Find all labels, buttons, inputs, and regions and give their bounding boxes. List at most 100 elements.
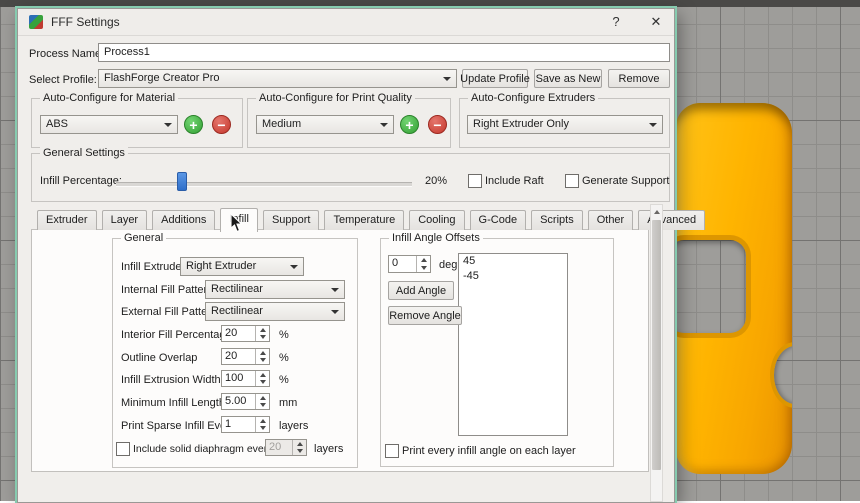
chevron-down-icon (331, 310, 339, 314)
spin-down-icon[interactable] (256, 334, 269, 342)
chevron-down-icon (443, 77, 451, 81)
unit-label: layers (279, 420, 308, 432)
include-raft-checkbox[interactable] (468, 174, 482, 188)
infill-general-group: General Infill Extruder Right Extruder I… (112, 238, 358, 468)
infill-percentage-slider-track[interactable] (116, 182, 412, 187)
interior-fill-percentage-stepper[interactable]: 20 (221, 325, 270, 342)
group-title: Auto-Configure Extruders (468, 92, 598, 104)
add-angle-button[interactable]: Add Angle (388, 281, 454, 300)
print-every-angle-label: Print every infill angle on each layer (402, 445, 576, 457)
add-quality-button[interactable]: + (400, 115, 419, 134)
group-title: General Settings (40, 147, 128, 159)
model-phone-case[interactable] (676, 103, 792, 474)
solid-diaphragm-checkbox[interactable] (116, 442, 130, 456)
model-camera-cutout (676, 240, 746, 333)
infill-angle-offsets-group: Infill Angle Offsets 0 deg 45 -45 Add An… (380, 238, 614, 467)
quality-select[interactable]: Medium (256, 115, 394, 134)
solid-diaphragm-stepper: 20 (265, 439, 307, 456)
mouse-cursor-icon (228, 213, 244, 233)
tab-advanced[interactable]: Advanced (638, 210, 705, 230)
spin-up-icon[interactable] (256, 417, 269, 425)
remove-quality-button[interactable]: − (428, 115, 447, 134)
settings-tab-bar: Extruder Layer Additions Infill Support … (37, 208, 705, 230)
group-title: General (121, 232, 166, 244)
group-title: Auto-Configure for Material (40, 92, 178, 104)
outline-overlap-label: Outline Overlap (121, 352, 197, 364)
spin-up-icon (293, 440, 306, 448)
spin-up-icon[interactable] (256, 349, 269, 357)
group-title: Auto-Configure for Print Quality (256, 92, 415, 104)
group-title: Infill Angle Offsets (389, 232, 483, 244)
minimum-infill-length-stepper[interactable]: 5.00 (221, 393, 270, 410)
spin-down-icon[interactable] (256, 402, 269, 410)
chevron-down-icon (649, 123, 657, 127)
outline-overlap-stepper[interactable]: 20 (221, 348, 270, 365)
infill-percentage-slider-handle[interactable] (177, 172, 187, 191)
update-profile-button[interactable]: Update Profile (462, 69, 528, 88)
unit-label: % (279, 352, 289, 364)
spin-down-icon[interactable] (417, 264, 430, 272)
tab-layer[interactable]: Layer (102, 210, 148, 230)
fff-settings-dialog: FFF Settings ? ✕ Process Name: Process1 … (17, 8, 675, 503)
title-bar[interactable]: FFF Settings ? ✕ (18, 9, 674, 36)
spin-up-icon[interactable] (256, 326, 269, 334)
internal-fill-pattern-label: Internal Fill Pattern (121, 284, 213, 296)
chevron-down-icon (164, 123, 172, 127)
spin-up-icon[interactable] (256, 394, 269, 402)
tab-temperature[interactable]: Temperature (324, 210, 404, 230)
unit-label: % (279, 374, 289, 386)
tab-support[interactable]: Support (263, 210, 320, 230)
spin-down-icon[interactable] (256, 379, 269, 387)
help-button[interactable]: ? (606, 13, 626, 31)
angle-list-item[interactable]: 45 (459, 254, 567, 269)
spin-up-icon[interactable] (417, 256, 430, 264)
print-every-angle-checkbox[interactable] (385, 444, 399, 458)
add-material-button[interactable]: + (184, 115, 203, 134)
include-raft-label: Include Raft (485, 175, 544, 187)
infill-extruder-select[interactable]: Right Extruder (180, 257, 304, 276)
tab-cooling[interactable]: Cooling (409, 210, 464, 230)
infill-extrusion-width-label: Infill Extrusion Width (121, 374, 221, 386)
spin-up-icon[interactable] (256, 371, 269, 379)
tab-gcode[interactable]: G-Code (470, 210, 527, 230)
spin-down-icon[interactable] (256, 357, 269, 365)
dialog-scrollbar[interactable] (650, 204, 663, 502)
remove-material-button[interactable]: − (212, 115, 231, 134)
scrollbar-thumb[interactable] (652, 220, 661, 470)
infill-tab-panel: General Infill Extruder Right Extruder I… (31, 229, 649, 472)
tab-scripts[interactable]: Scripts (531, 210, 583, 230)
external-fill-pattern-label: External Fill Pattern (121, 306, 217, 318)
scroll-up-button[interactable] (651, 205, 662, 218)
process-name-input[interactable]: Process1 (98, 43, 670, 62)
chevron-down-icon (290, 265, 298, 269)
extruders-select[interactable]: Right Extruder Only (467, 115, 663, 134)
save-as-new-button[interactable]: Save as New (534, 69, 602, 88)
unit-label: % (279, 329, 289, 341)
infill-percentage-value: 20% (425, 175, 447, 187)
profile-select[interactable]: FlashForge Creator Pro (98, 69, 457, 88)
remove-profile-button[interactable]: Remove (608, 69, 670, 88)
close-button[interactable]: ✕ (646, 13, 666, 31)
interior-fill-percentage-label: Interior Fill Percentage (121, 329, 232, 341)
spin-down-icon[interactable] (256, 425, 269, 433)
tab-other[interactable]: Other (588, 210, 634, 230)
infill-extruder-label: Infill Extruder (121, 261, 185, 273)
internal-fill-pattern-select[interactable]: Rectilinear (205, 280, 345, 299)
infill-extrusion-width-stepper[interactable]: 100 (221, 370, 270, 387)
tab-additions[interactable]: Additions (152, 210, 215, 230)
generate-support-checkbox[interactable] (565, 174, 579, 188)
external-fill-pattern-select[interactable]: Rectilinear (205, 302, 345, 321)
angle-stepper[interactable]: 0 (388, 255, 431, 273)
material-select[interactable]: ABS (40, 115, 178, 134)
tab-extruder[interactable]: Extruder (37, 210, 97, 230)
auto-configure-material-group: Auto-Configure for Material ABS + − (31, 98, 243, 148)
model-side-notch (774, 346, 792, 404)
angle-listbox[interactable]: 45 -45 (458, 253, 568, 436)
remove-angle-button[interactable]: Remove Angle (388, 306, 462, 325)
angle-list-item[interactable]: -45 (459, 269, 567, 284)
unit-label: mm (279, 397, 297, 409)
minimum-infill-length-label: Minimum Infill Length (121, 397, 225, 409)
print-sparse-infill-stepper[interactable]: 1 (221, 416, 270, 433)
infill-percentage-label: Infill Percentage: (40, 175, 122, 187)
generate-support-label: Generate Support (582, 175, 669, 187)
